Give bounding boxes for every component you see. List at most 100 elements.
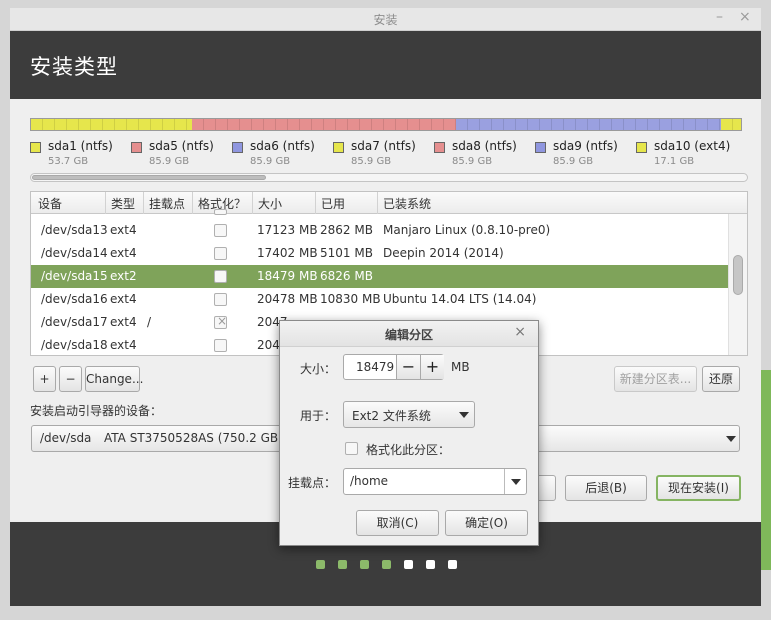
progress-dot [316,560,325,569]
legend-scrollbar[interactable] [30,173,748,182]
bootloader-label: 安装启动引导器的设备： [30,404,163,418]
legend-name: sda9 (ntfs) [553,139,618,153]
legend-size: 85.9 GB [149,156,190,167]
back-button[interactable]: 后退(B) [565,475,647,501]
size-unit: MB [451,360,470,374]
scrollbar-thumb[interactable] [32,175,266,180]
legend-size: 85.9 GB [452,156,493,167]
partition-segment [721,119,741,130]
column-divider [377,192,378,214]
size-spinner[interactable]: 18479 − + [343,354,444,380]
partition-legend: sda1 (ntfs) 53.7 GB sda5 (ntfs) 85.9 GB sda6… [30,139,746,171]
cell-size: 204 [257,338,280,352]
bootloader-device: /dev/sda [40,431,92,445]
size-value[interactable]: 18479 [356,360,394,374]
column-header[interactable]: 类型 [111,195,135,212]
size-decrease-button[interactable]: − [396,355,420,379]
change-partition-button[interactable]: Change... [85,366,143,392]
table-header: 设备 类型 挂载点 格式化？ 大小 已用 已装系统 [31,192,747,214]
cell-type: ext4 [110,223,137,237]
remove-partition-button[interactable]: − [59,366,82,392]
column-divider [105,192,106,214]
table-scrollbar[interactable] [728,214,747,355]
scrollbar-thumb[interactable] [733,255,743,295]
cell-used: 2862 MB [320,223,373,237]
format-checkbox[interactable] [214,270,227,283]
cell-size: 18479 MB [257,269,318,283]
partition-bar [30,118,742,131]
use-as-select[interactable]: Ext2 文件系统 [343,401,475,428]
window-title: 安装 [373,13,398,27]
chevron-down-icon [726,436,736,442]
column-header[interactable]: 已用 [321,195,345,212]
column-divider [192,192,193,214]
legend-swatch [131,142,142,153]
page-title: 安装类型 [30,55,118,79]
column-header[interactable]: 大小 [258,195,282,212]
cell-used: 6826 MB [320,269,373,283]
format-checkbox[interactable] [214,293,227,306]
legend-name: sda8 (ntfs) [452,139,517,153]
cancel-button[interactable]: 取消(C) [356,510,439,536]
cell-device: /dev/sda13 [41,223,108,237]
column-header[interactable]: 挂载点 [149,195,185,212]
ok-button[interactable]: 确定(O) [445,510,528,536]
legend-swatch [30,142,41,153]
table-row[interactable]: /dev/sda14 ext4 17402 MB 5101 MB Deepin 2014… [31,242,728,265]
add-partition-button[interactable]: + [33,366,56,392]
close-window-button[interactable]: × [739,9,751,25]
new-partition-table-button[interactable]: 新建分区表... [614,366,697,392]
table-row[interactable]: /dev/sda13 ext4 17123 MB 2862 MB Manjaro Lin… [31,219,728,242]
cell-type: ext4 [110,338,137,352]
cell-size: 17402 MB [257,246,318,260]
legend-name: sda1 (ntfs) [48,139,113,153]
edit-partition-dialog: 编辑分区 × 大小： 18479 − + MB 用于： Ext2 文件系统 格式… [279,320,539,546]
column-divider [252,192,253,214]
cell-mount: / [147,315,152,329]
partition-segment [455,119,722,130]
mount-point-combo[interactable]: /home [343,468,527,495]
window-titlebar: 安装 – × [10,8,761,31]
format-checkbox[interactable] [214,224,227,237]
minimize-button[interactable]: – [716,9,723,25]
dialog-titlebar: 编辑分区 × [280,321,538,347]
table-row[interactable]: /dev/sda16 ext4 20478 MB 10830 MB Ubuntu 14.… [31,288,728,311]
dialog-title: 编辑分区 [384,328,433,342]
revert-button[interactable]: 还原 [702,366,740,392]
column-divider [143,192,144,214]
column-header[interactable]: 设备 [38,195,62,212]
chevron-down-icon [459,412,469,418]
cell-device: /dev/sda15 [41,269,108,283]
legend-size: 85.9 GB [250,156,291,167]
mount-point-value[interactable]: /home [350,474,388,488]
table-row[interactable]: /dev/sda15 ext2 18479 MB 6826 MB [31,265,728,288]
cell-system: Deepin 2014 (2014) [383,246,504,260]
legend-size: 85.9 GB [351,156,392,167]
cell-device: /dev/sda18 [41,338,108,352]
cell-size: 17123 MB [257,223,318,237]
cell-device: /dev/sda17 [41,315,108,329]
close-icon[interactable]: × [514,324,526,340]
desktop-background [761,370,771,570]
format-checkbox[interactable] [214,314,227,329]
format-checkbox [214,209,227,215]
use-as-value: Ext2 文件系统 [352,409,431,423]
bootloader-model: ATA ST3750528AS (750.2 GB) [104,431,283,445]
chevron-down-icon[interactable] [511,479,521,485]
progress-dot [448,560,457,569]
legend-name: sda7 (ntfs) [351,139,416,153]
column-divider [315,192,316,214]
size-increase-button[interactable]: + [420,355,444,379]
column-header[interactable]: 已装系统 [383,195,431,212]
format-checkbox[interactable] [214,247,227,260]
cell-type: ext2 [110,269,137,283]
use-as-label: 用于： [300,409,337,423]
format-partition-checkbox[interactable] [345,442,358,455]
format-checkbox[interactable] [214,339,227,352]
partition-segment [31,119,193,130]
combo-divider [504,469,505,494]
mount-point-label: 挂载点： [288,476,337,490]
progress-dot [404,560,413,569]
format-partition-label: 格式化此分区： [366,443,451,457]
install-now-button[interactable]: 现在安装(I) [656,475,741,501]
